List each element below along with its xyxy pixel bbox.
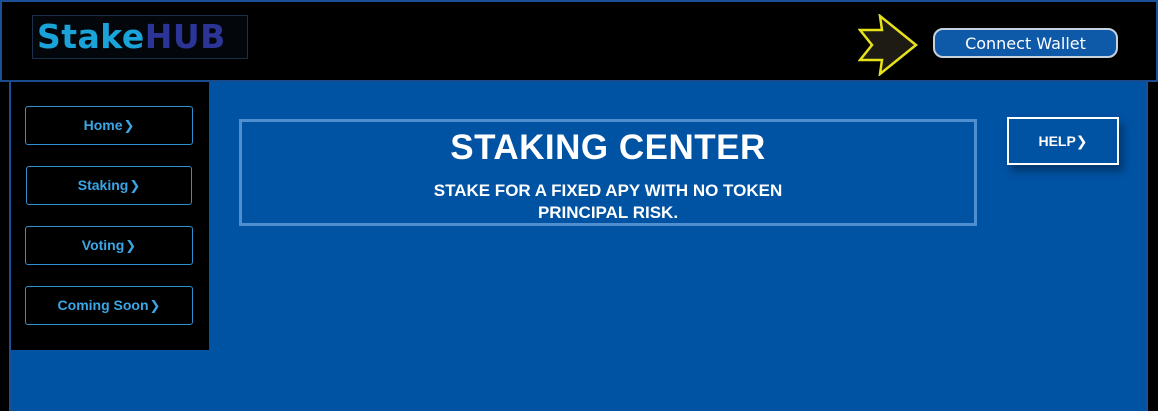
subtitle-line-1: STAKE FOR A FIXED APY WITH NO TOKEN bbox=[433, 181, 783, 200]
logo-stake-text: Stake bbox=[37, 17, 145, 56]
arrow-right-icon bbox=[858, 14, 918, 76]
staking-center-banner: STAKING CENTER STAKE FOR A FIXED APY WIT… bbox=[239, 119, 977, 226]
chevron-right-icon: ❯ bbox=[125, 238, 137, 253]
sidebar-item-coming-soon[interactable]: Coming Soon❯ bbox=[25, 286, 193, 325]
chevron-right-icon: ❯ bbox=[1075, 133, 1088, 149]
help-button[interactable]: HELP❯ bbox=[1007, 117, 1119, 165]
sidebar-item-voting[interactable]: Voting❯ bbox=[25, 226, 193, 265]
sidebar-item-label: Coming Soon bbox=[57, 297, 149, 313]
top-header: StakeHUB Connect Wallet bbox=[0, 0, 1158, 82]
stakehub-logo[interactable]: StakeHUB bbox=[32, 15, 248, 59]
chevron-right-icon: ❯ bbox=[129, 178, 141, 193]
sidebar: Home❯ Staking❯ Voting❯ Coming Soon❯ bbox=[11, 82, 209, 350]
sidebar-item-staking[interactable]: Staking❯ bbox=[26, 166, 192, 205]
subtitle-line-2: PRINCIPAL RISK. bbox=[537, 203, 679, 222]
sidebar-item-home[interactable]: Home❯ bbox=[25, 106, 193, 145]
sidebar-item-label: Voting bbox=[81, 237, 125, 253]
logo-hub-text: HUB bbox=[144, 17, 226, 56]
chevron-right-icon: ❯ bbox=[123, 118, 135, 133]
sidebar-item-label: Home bbox=[83, 117, 123, 133]
sidebar-item-label: Staking bbox=[77, 177, 129, 193]
connect-wallet-button[interactable]: Connect Wallet bbox=[933, 28, 1118, 58]
help-label: HELP bbox=[1038, 133, 1076, 149]
chevron-right-icon: ❯ bbox=[149, 298, 161, 313]
page-title: STAKING CENTER bbox=[450, 128, 766, 167]
page-subtitle: STAKE FOR A FIXED APY WITH NO TOKEN PRIN… bbox=[242, 180, 974, 224]
